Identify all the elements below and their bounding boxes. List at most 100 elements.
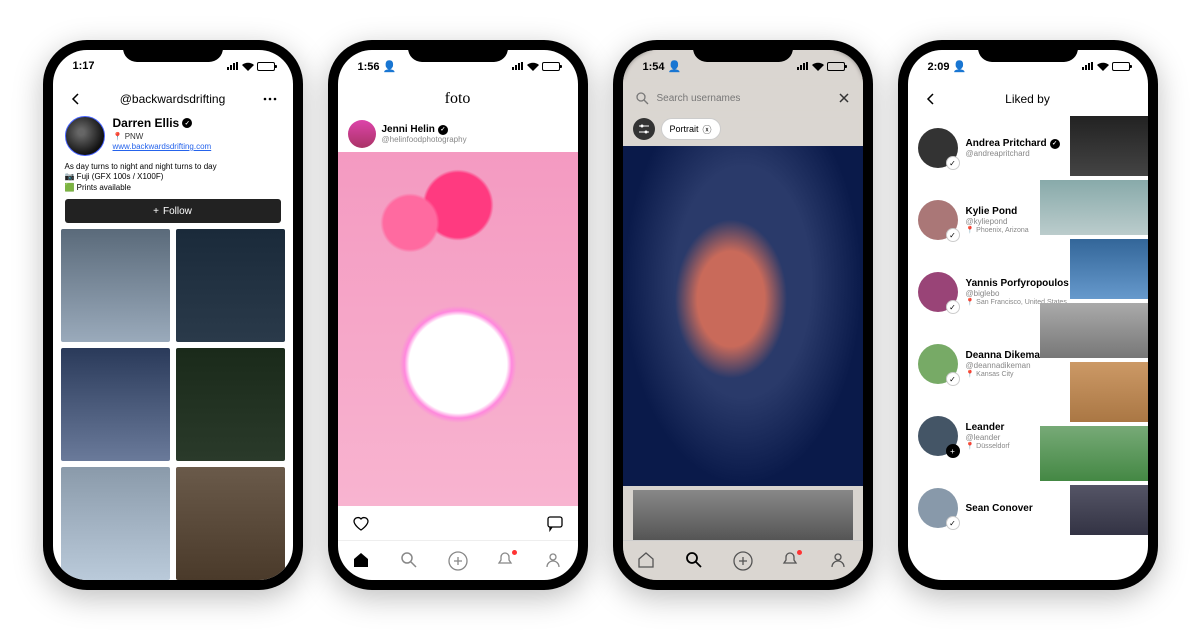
tab-profile[interactable]	[544, 551, 564, 571]
tab-bar	[623, 540, 863, 580]
follow-button[interactable]: +Follow	[65, 199, 281, 223]
user-avatar[interactable]: ✓	[918, 272, 958, 312]
thumb-item[interactable]	[1040, 426, 1148, 481]
profile-display-name: Darren Ellis✓	[113, 116, 212, 130]
wifi-icon	[1097, 62, 1109, 71]
tab-add[interactable]	[733, 551, 753, 571]
user-name: Deanna Dikeman	[966, 350, 1047, 361]
tab-bar	[338, 540, 578, 580]
add-user-icon: +	[946, 444, 960, 458]
profile-website-link[interactable]: www.backwardsdrifting.com	[113, 142, 212, 151]
user-name: Leander	[966, 422, 1010, 433]
user-handle: @andreapritchard	[966, 149, 1060, 158]
phone-feed: 1:56 👤 foto Jenni Helin✓ @helinfoodphoto…	[328, 40, 588, 590]
verified-badge-icon: ✓	[182, 118, 192, 128]
search-bar: Search usernames	[623, 82, 863, 114]
status-time: 1:17	[73, 60, 95, 72]
thumb-item[interactable]	[1040, 303, 1148, 358]
user-avatar[interactable]: ✓	[918, 128, 958, 168]
following-check-icon: ✓	[946, 372, 960, 386]
post-author-avatar[interactable]	[348, 120, 376, 148]
notification-badge-icon	[797, 550, 802, 555]
signal-icon	[512, 62, 524, 70]
filter-chips: Portraitⓧ	[623, 114, 863, 146]
search-input[interactable]: Search usernames	[657, 93, 829, 104]
user-avatar[interactable]: ✓	[918, 488, 958, 528]
thumb-item[interactable]	[1040, 180, 1148, 235]
liked-by-list[interactable]: ✓Andrea Pritchard✓@andreapritchard✓Kylie…	[908, 116, 1148, 580]
tab-notifications[interactable]	[781, 551, 801, 571]
profile-avatar[interactable]	[65, 116, 105, 156]
battery-icon	[827, 62, 845, 71]
verified-badge-icon: ✓	[1050, 139, 1060, 149]
back-button[interactable]	[65, 88, 87, 110]
phone-search: 1:54 👤 Search usernames Portraitⓧ	[613, 40, 873, 590]
like-button[interactable]	[350, 512, 372, 534]
following-check-icon: ✓	[946, 300, 960, 314]
notch	[693, 40, 793, 62]
thumb-item[interactable]	[1070, 239, 1148, 299]
status-time: 1:56 👤	[358, 60, 397, 73]
profile-navbar: @backwardsdrifting	[53, 82, 293, 116]
photo-grid	[53, 229, 293, 580]
tab-profile[interactable]	[829, 551, 849, 571]
user-avatar[interactable]: +	[918, 416, 958, 456]
post-action-bar	[338, 506, 578, 540]
page-title: Liked by	[908, 92, 1148, 106]
following-check-icon: ✓	[946, 228, 960, 242]
chip-remove-icon[interactable]: ⓧ	[703, 123, 712, 136]
thumbnail-column	[1070, 116, 1148, 580]
signal-icon	[797, 62, 809, 70]
profile-username: @backwardsdrifting	[53, 92, 293, 106]
search-result-image[interactable]	[623, 146, 863, 486]
profile-location: 📍 PNW	[113, 132, 212, 141]
thumb-item[interactable]	[1070, 362, 1148, 422]
clear-search-button[interactable]	[837, 91, 851, 105]
tab-search[interactable]	[685, 551, 705, 571]
post-header[interactable]: Jenni Helin✓ @helinfoodphotography	[338, 116, 578, 152]
tab-add[interactable]	[448, 551, 468, 571]
user-handle: @biglebo	[966, 289, 1082, 298]
thumb-item[interactable]	[1070, 116, 1148, 176]
user-handle: @leander	[966, 433, 1010, 442]
status-time: 2:09 👤	[928, 60, 967, 73]
wifi-icon	[527, 62, 539, 71]
app-logo: foto	[338, 90, 578, 108]
filter-chip-portrait[interactable]: Portraitⓧ	[661, 118, 721, 140]
profile-bio: As day turns to night and night turns to…	[65, 162, 281, 193]
user-name: Kylie Pond	[966, 206, 1029, 217]
tab-notifications[interactable]	[496, 551, 516, 571]
user-avatar[interactable]: ✓	[918, 344, 958, 384]
tab-home[interactable]	[637, 551, 657, 571]
user-name: Sean Conover	[966, 503, 1033, 514]
user-handle: @kyliepond	[966, 217, 1029, 226]
user-avatar[interactable]: ✓	[918, 200, 958, 240]
user-location: 📍 Phoenix, Arizona	[966, 226, 1029, 234]
battery-icon	[542, 62, 560, 71]
comment-button[interactable]	[544, 512, 566, 534]
notch	[408, 40, 508, 62]
user-location: 📍 Kansas City	[966, 370, 1047, 378]
user-name: Andrea Pritchard✓	[966, 138, 1060, 149]
more-button[interactable]	[259, 88, 281, 110]
feed-navbar: foto	[338, 82, 578, 116]
photo-grid-item[interactable]	[176, 467, 285, 580]
search-result-thumb[interactable]	[633, 490, 853, 540]
tab-search[interactable]	[400, 551, 420, 571]
thumb-item[interactable]	[1070, 485, 1148, 535]
photo-grid-item[interactable]	[61, 229, 170, 342]
photo-grid-item[interactable]	[61, 348, 170, 461]
following-check-icon: ✓	[946, 516, 960, 530]
photo-grid-item[interactable]	[61, 467, 170, 580]
post-image[interactable]	[338, 152, 578, 506]
wifi-icon	[812, 62, 824, 71]
tab-home[interactable]	[352, 551, 372, 571]
status-time: 1:54 👤	[643, 60, 682, 73]
notification-badge-icon	[512, 550, 517, 555]
photo-grid-item[interactable]	[176, 348, 285, 461]
user-location: 📍 Düsseldorf	[966, 442, 1010, 450]
signal-icon	[227, 62, 239, 70]
back-button[interactable]	[920, 88, 942, 110]
photo-grid-item[interactable]	[176, 229, 285, 342]
filter-button[interactable]	[633, 118, 655, 140]
